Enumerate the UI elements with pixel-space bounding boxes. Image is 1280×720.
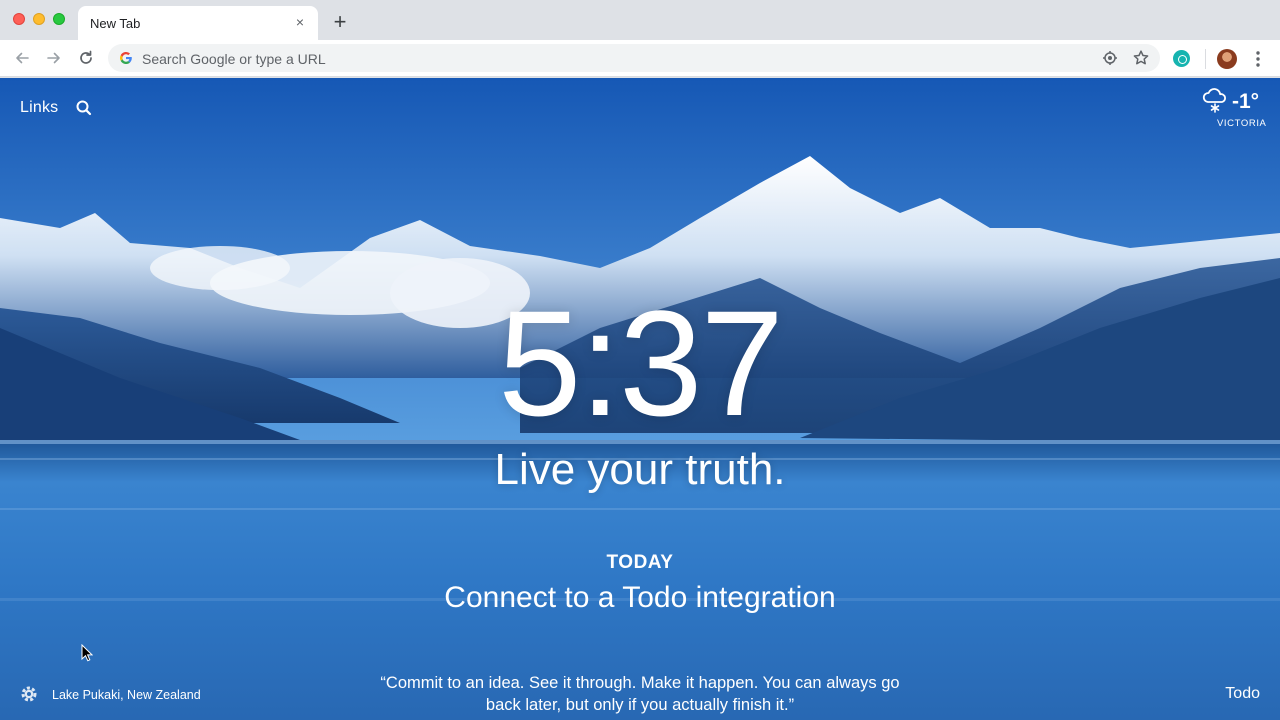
browser-toolbar: Search Google or type a URL	[0, 40, 1280, 77]
photo-location[interactable]: Lake Pukaki, New Zealand	[52, 688, 201, 702]
tab-new-tab[interactable]: New Tab ×	[78, 6, 318, 40]
mouse-cursor	[81, 644, 93, 662]
toolbar-divider	[1205, 49, 1206, 69]
search-icon[interactable]	[75, 99, 93, 117]
quote: “Commit to an idea. See it through. Make…	[380, 674, 900, 714]
todo-button[interactable]: Todo	[1225, 685, 1260, 703]
links-button[interactable]: Links	[20, 99, 58, 117]
forward-arrow-icon[interactable]	[44, 48, 64, 68]
gear-icon[interactable]	[19, 684, 39, 704]
omnibox-placeholder: Search Google or type a URL	[142, 51, 326, 67]
star-icon[interactable]	[1132, 49, 1150, 67]
clock[interactable]: 5:37	[0, 288, 1280, 438]
weather-temperature[interactable]: -1°	[1232, 90, 1259, 114]
weather-location: VICTORIA	[1217, 118, 1267, 129]
avatar[interactable]	[1217, 49, 1237, 69]
focus-heading: TODAY	[606, 552, 674, 573]
window-minimize-button[interactable]	[33, 13, 45, 25]
new-tab-page: Links -1° VICTORIA 5:37 Live your truth.…	[0, 78, 1280, 720]
window-zoom-button[interactable]	[53, 13, 65, 25]
new-tab-button[interactable]: +	[330, 11, 350, 33]
location-target-icon[interactable]	[1102, 50, 1118, 66]
back-arrow-icon[interactable]	[12, 48, 32, 68]
google-g-icon	[120, 52, 132, 64]
close-tab-icon[interactable]: ×	[292, 14, 308, 30]
snow-cloud-icon[interactable]	[1200, 87, 1230, 115]
window-close-button[interactable]	[13, 13, 25, 25]
tab-title: New Tab	[90, 16, 141, 31]
momentum-extension-icon[interactable]	[1173, 50, 1190, 67]
todo-integration-prompt[interactable]: Connect to a Todo integration	[0, 581, 1280, 615]
tab-strip: New Tab × +	[0, 0, 1280, 40]
kebab-menu-icon[interactable]	[1250, 49, 1266, 69]
omnibox[interactable]: Search Google or type a URL	[108, 44, 1160, 72]
mantra: Live your truth.	[494, 445, 786, 494]
reload-icon[interactable]	[76, 48, 96, 68]
